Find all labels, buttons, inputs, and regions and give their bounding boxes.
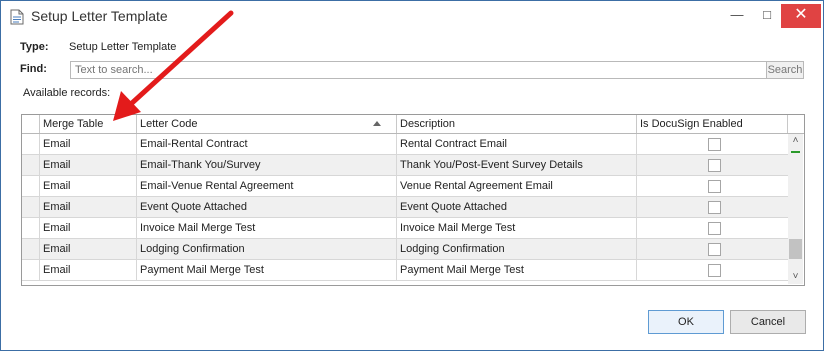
minimize-button[interactable]: — [723,4,751,28]
cell-description: Venue Rental Agreement Email [397,176,637,197]
cell-letter-code: Invoice Mail Merge Test [137,218,397,239]
ok-button[interactable]: OK [648,310,724,334]
column-header-merge-table[interactable]: Merge Table [40,115,137,133]
column-header-description[interactable]: Description [397,115,637,133]
close-button[interactable]: ✕ [781,4,821,28]
column-header-docusign[interactable]: Is DocuSign Enabled [637,115,788,133]
cell-letter-code: Payment Mail Merge Test [137,260,397,281]
docusign-checkbox[interactable] [708,243,721,256]
type-value: Setup Letter Template [69,41,177,53]
setup-letter-template-dialog: Setup Letter Template — □ ✕ Type: Setup … [0,0,824,351]
scroll-down-icon[interactable]: ˅ [788,270,803,284]
cell-merge-table: Email [40,155,137,176]
records-grid: Merge Table Letter Code Description Is D… [21,114,805,286]
cell-description: Payment Mail Merge Test [397,260,637,281]
docusign-checkbox[interactable] [708,138,721,151]
cell-letter-code: Email-Venue Rental Agreement [137,176,397,197]
search-input[interactable] [70,61,771,79]
cell-description: Thank You/Post-Event Survey Details [397,155,637,176]
search-button[interactable]: Search [766,61,804,79]
cell-merge-table: Email [40,260,137,281]
cell-merge-table: Email [40,176,137,197]
scrollbar-thumb[interactable] [789,239,802,259]
cell-letter-code: Email-Thank You/Survey [137,155,397,176]
grid-header: Merge Table Letter Code Description Is D… [22,115,804,134]
row-selector[interactable] [22,197,40,218]
docusign-checkbox[interactable] [708,222,721,235]
table-row[interactable]: Email Lodging Confirmation Lodging Confi… [22,239,788,260]
table-row[interactable]: Email Email-Rental Contract Rental Contr… [22,134,788,155]
sort-ascending-icon [373,121,381,126]
row-selector[interactable] [22,218,40,239]
docusign-checkbox[interactable] [708,201,721,214]
row-selector-header [22,115,40,133]
find-label: Find: [20,63,47,75]
cell-description: Invoice Mail Merge Test [397,218,637,239]
vertical-scrollbar[interactable]: ˄ ˅ [788,134,803,284]
row-selector[interactable] [22,239,40,260]
cell-merge-table: Email [40,218,137,239]
cell-description: Event Quote Attached [397,197,637,218]
table-row[interactable]: Email Email-Thank You/Survey Thank You/P… [22,155,788,176]
row-selector[interactable] [22,176,40,197]
row-selector[interactable] [22,260,40,281]
cell-description: Rental Contract Email [397,134,637,155]
row-selector[interactable] [22,155,40,176]
table-row[interactable]: Email Event Quote Attached Event Quote A… [22,197,788,218]
scroll-position-marker [791,151,800,153]
cancel-button[interactable]: Cancel [730,310,806,334]
docusign-checkbox[interactable] [708,159,721,172]
type-label: Type: [20,41,49,53]
column-header-letter-code[interactable]: Letter Code [137,115,397,133]
table-row[interactable]: Email Email-Venue Rental Agreement Venue… [22,176,788,197]
window-title: Setup Letter Template [31,8,168,24]
cell-letter-code: Email-Rental Contract [137,134,397,155]
column-header-letter-code-label: Letter Code [140,118,198,130]
maximize-button[interactable]: □ [753,4,781,28]
cell-letter-code: Event Quote Attached [137,197,397,218]
available-records-label: Available records: [23,87,111,99]
cell-description: Lodging Confirmation [397,239,637,260]
table-row[interactable]: Email Invoice Mail Merge Test Invoice Ma… [22,218,788,239]
cell-letter-code: Lodging Confirmation [137,239,397,260]
docusign-checkbox[interactable] [708,180,721,193]
document-icon [10,9,24,25]
row-selector[interactable] [22,134,40,155]
table-row[interactable]: Email Payment Mail Merge Test Payment Ma… [22,260,788,281]
cell-merge-table: Email [40,197,137,218]
title-bar: Setup Letter Template — □ ✕ [1,1,823,33]
cell-merge-table: Email [40,134,137,155]
cell-merge-table: Email [40,239,137,260]
scroll-up-icon[interactable]: ˄ [788,134,803,148]
docusign-checkbox[interactable] [708,264,721,277]
